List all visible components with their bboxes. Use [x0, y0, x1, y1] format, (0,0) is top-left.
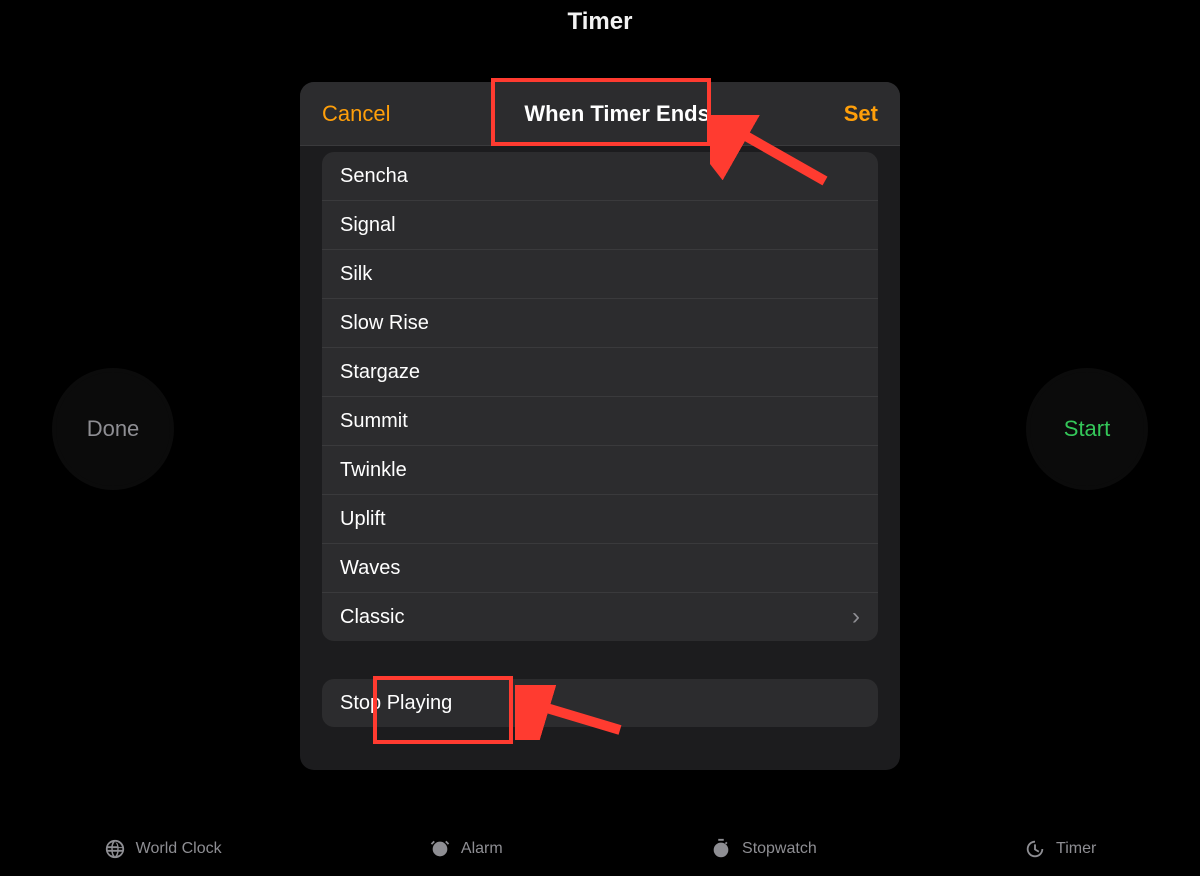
tab-label: Stopwatch: [742, 840, 817, 858]
stopwatch-icon: [710, 838, 732, 860]
tab-alarm[interactable]: Alarm: [429, 838, 503, 860]
cancel-button[interactable]: Cancel: [322, 101, 390, 127]
sound-label: Stargaze: [340, 361, 420, 384]
tab-label: Alarm: [461, 840, 503, 858]
sound-row-silk[interactable]: Silk: [322, 249, 878, 298]
tab-timer[interactable]: Timer: [1024, 838, 1096, 860]
tab-label: Timer: [1056, 840, 1096, 858]
tab-label: World Clock: [136, 840, 222, 858]
tab-world-clock[interactable]: World Clock: [104, 838, 222, 860]
when-timer-ends-modal: Cancel When Timer Ends Set Sencha Signal…: [300, 82, 900, 770]
tab-stopwatch[interactable]: Stopwatch: [710, 838, 817, 860]
sound-row-signal[interactable]: Signal: [322, 200, 878, 249]
sound-list[interactable]: Sencha Signal Silk Slow Rise Stargaze Su…: [322, 152, 878, 641]
sound-label: Waves: [340, 557, 400, 580]
sound-row-waves[interactable]: Waves: [322, 543, 878, 592]
page-title: Timer: [0, 8, 1200, 36]
chevron-right-icon: ›: [852, 605, 860, 629]
sound-row-summit[interactable]: Summit: [322, 396, 878, 445]
modal-body: Sencha Signal Silk Slow Rise Stargaze Su…: [300, 146, 900, 770]
modal-title: When Timer Ends: [524, 101, 709, 127]
bottom-tab-bar: World Clock Alarm Stopwatch Timer: [0, 822, 1200, 876]
stop-playing-row[interactable]: Stop Playing: [322, 679, 878, 727]
sound-label: Sencha: [340, 165, 408, 188]
set-button[interactable]: Set: [844, 101, 878, 127]
sound-row-uplift[interactable]: Uplift: [322, 494, 878, 543]
stop-playing-label: Stop Playing: [340, 692, 452, 715]
sound-row-stargaze[interactable]: Stargaze: [322, 347, 878, 396]
sound-label: Silk: [340, 263, 372, 286]
done-button-label: Done: [87, 416, 140, 442]
modal-header: Cancel When Timer Ends Set: [300, 82, 900, 146]
done-button[interactable]: Done: [52, 368, 174, 490]
start-button-label: Start: [1064, 416, 1110, 442]
sound-label: Uplift: [340, 508, 386, 531]
sound-label: Twinkle: [340, 459, 407, 482]
sound-label: Classic: [340, 606, 404, 629]
start-button[interactable]: Start: [1026, 368, 1148, 490]
sound-row-slow-rise[interactable]: Slow Rise: [322, 298, 878, 347]
sound-row-sencha[interactable]: Sencha: [322, 152, 878, 200]
alarm-icon: [429, 838, 451, 860]
sound-row-twinkle[interactable]: Twinkle: [322, 445, 878, 494]
sound-label: Slow Rise: [340, 312, 429, 335]
timer-icon: [1024, 838, 1046, 860]
globe-icon: [104, 838, 126, 860]
sound-row-classic[interactable]: Classic ›: [322, 592, 878, 641]
sound-label: Signal: [340, 214, 396, 237]
sound-label: Summit: [340, 410, 408, 433]
